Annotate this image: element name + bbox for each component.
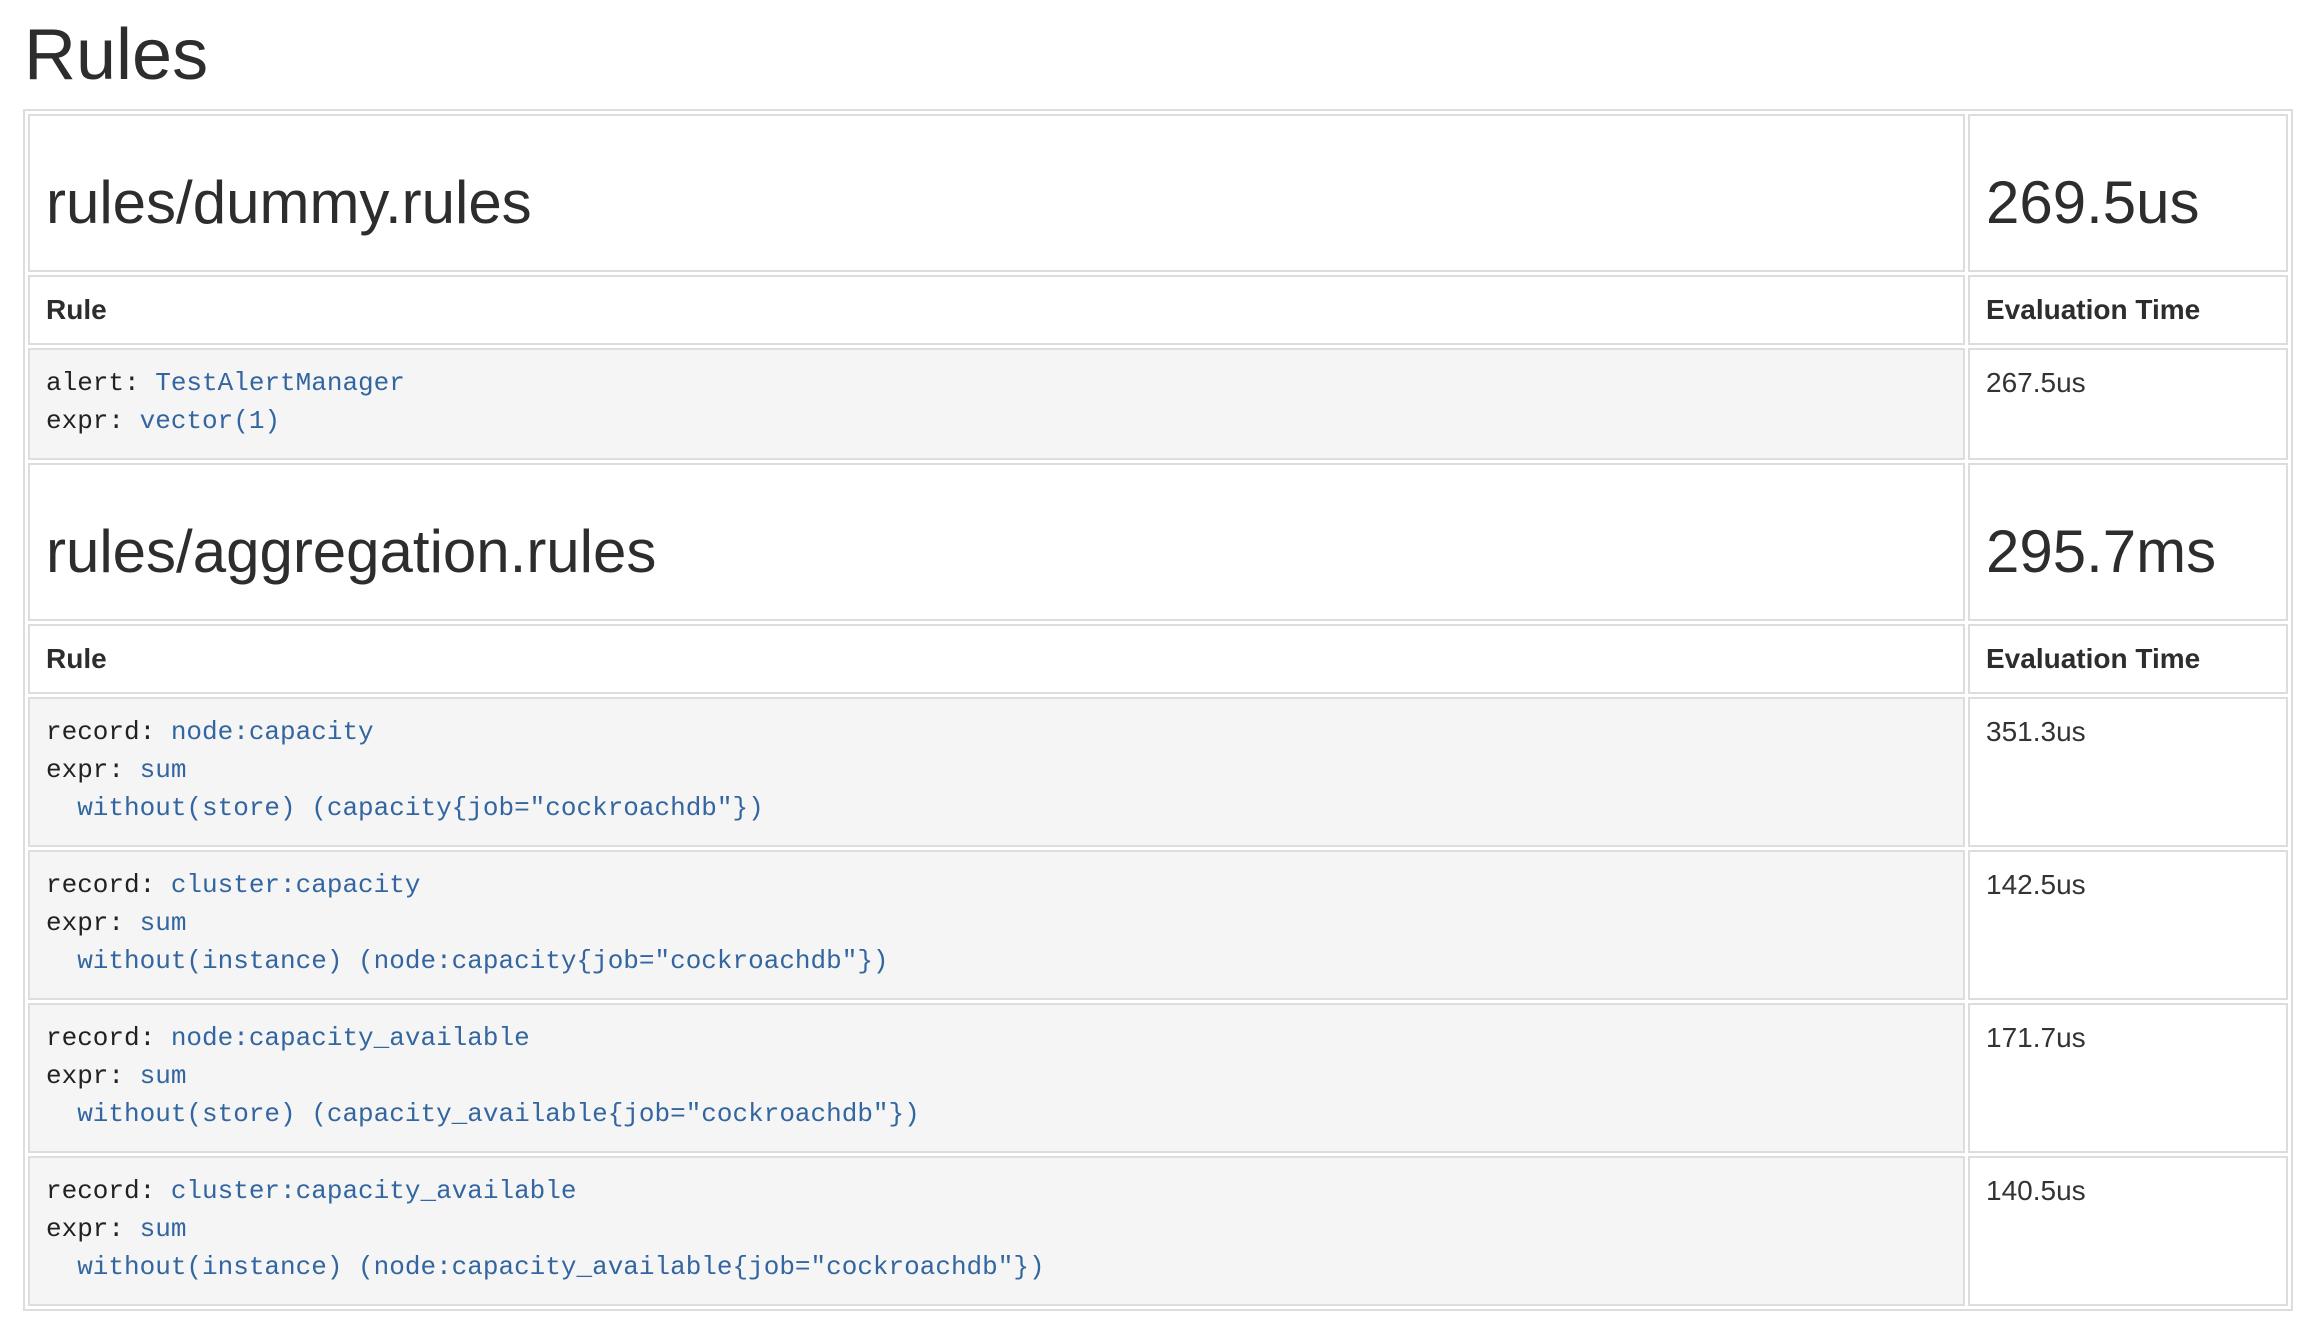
rule-code-line: without(instance) (node:capacity_availab… [46, 1248, 1947, 1286]
rule-code-cell: record: node:capacity_availableexpr: sum… [28, 1003, 1965, 1153]
group-file-name: rules/aggregation.rules [46, 519, 1947, 585]
column-header-evaluation-time: Evaluation Time [1968, 275, 2288, 345]
rule-row: record: cluster:capacity_availableexpr: … [28, 1156, 2288, 1306]
rule-field-key: record: [46, 717, 155, 747]
group-evaluation-time: 295.7ms [1986, 519, 2270, 585]
rule-code-line: without(store) (capacity{job="cockroachd… [46, 789, 1947, 827]
rule-code-line: expr: sum [46, 751, 1947, 789]
rule-expression-link[interactable]: sum [124, 908, 186, 938]
group-header-row: rules/aggregation.rules 295.7ms [28, 463, 2288, 621]
column-header-rule: Rule [28, 275, 1965, 345]
rule-field-key: expr: [46, 1214, 124, 1244]
rule-expression-link[interactable]: without(store) (capacity_available{job="… [46, 1099, 920, 1129]
rule-field-key: expr: [46, 755, 124, 785]
column-header-row: RuleEvaluation Time [28, 624, 2288, 694]
rule-row: record: node:capacityexpr: sum without(s… [28, 697, 2288, 847]
rule-expression-link[interactable]: node:capacity_available [155, 1023, 529, 1053]
group-evaluation-time: 269.5us [1986, 170, 2270, 236]
rule-evaluation-time: 171.7us [1968, 1003, 2288, 1153]
group-time-cell: 269.5us [1968, 114, 2288, 272]
rule-code-line: expr: vector(1) [46, 402, 1947, 440]
rule-expression-link[interactable]: cluster:capacity [155, 870, 420, 900]
group-file-cell: rules/dummy.rules [28, 114, 1965, 272]
rule-code-line: expr: sum [46, 1210, 1947, 1248]
column-header-evaluation-time: Evaluation Time [1968, 624, 2288, 694]
rule-expression-link[interactable]: node:capacity [155, 717, 373, 747]
rule-field-key: expr: [46, 1061, 124, 1091]
rules-table: rules/dummy.rules269.5usRuleEvaluation T… [23, 109, 2293, 1311]
rule-evaluation-time: 267.5us [1968, 348, 2288, 460]
group-file-name: rules/dummy.rules [46, 170, 1947, 236]
rule-field-key: expr: [46, 908, 124, 938]
rule-code-line: alert: TestAlertManager [46, 364, 1947, 402]
rule-code-line: without(store) (capacity_available{job="… [46, 1095, 1947, 1133]
column-header-row: RuleEvaluation Time [28, 275, 2288, 345]
rule-code-cell: alert: TestAlertManagerexpr: vector(1) [28, 348, 1965, 460]
rule-expression-link[interactable]: sum [124, 1214, 186, 1244]
rule-evaluation-time: 140.5us [1968, 1156, 2288, 1306]
rule-expression-link[interactable]: TestAlertManager [140, 368, 405, 398]
rule-code-line: record: node:capacity [46, 713, 1947, 751]
page-title: Rules [24, 16, 2293, 95]
rule-code-line: expr: sum [46, 1057, 1947, 1095]
rule-code-line: without(instance) (node:capacity{job="co… [46, 942, 1947, 980]
rule-expression-link[interactable]: cluster:capacity_available [155, 1176, 576, 1206]
rule-field-key: expr: [46, 406, 124, 436]
rule-expression-link[interactable]: without(instance) (node:capacity{job="co… [46, 946, 889, 976]
rule-code-cell: record: cluster:capacityexpr: sum withou… [28, 850, 1965, 1000]
rule-evaluation-time: 142.5us [1968, 850, 2288, 1000]
rule-expression-link[interactable]: sum [124, 755, 186, 785]
rules-table-body: rules/dummy.rules269.5usRuleEvaluation T… [28, 114, 2288, 1306]
group-time-cell: 295.7ms [1968, 463, 2288, 621]
rule-row: record: cluster:capacityexpr: sum withou… [28, 850, 2288, 1000]
rule-row: record: node:capacity_availableexpr: sum… [28, 1003, 2288, 1153]
rule-field-key: record: [46, 1176, 155, 1206]
group-header-row: rules/dummy.rules 269.5us [28, 114, 2288, 272]
rule-row: alert: TestAlertManagerexpr: vector(1)26… [28, 348, 2288, 460]
rule-expression-link[interactable]: without(instance) (node:capacity_availab… [46, 1252, 1045, 1282]
rule-code-line: expr: sum [46, 904, 1947, 942]
rule-code-line: record: cluster:capacity_available [46, 1172, 1947, 1210]
rule-field-key: record: [46, 1023, 155, 1053]
rule-expression-link[interactable]: without(store) (capacity{job="cockroachd… [46, 793, 764, 823]
group-file-cell: rules/aggregation.rules [28, 463, 1965, 621]
rule-field-key: record: [46, 870, 155, 900]
rule-field-key: alert: [46, 368, 140, 398]
rule-expression-link[interactable]: vector(1) [124, 406, 280, 436]
column-header-rule: Rule [28, 624, 1965, 694]
rule-expression-link[interactable]: sum [124, 1061, 186, 1091]
rule-code-line: record: node:capacity_available [46, 1019, 1947, 1057]
rule-code-cell: record: node:capacityexpr: sum without(s… [28, 697, 1965, 847]
rule-code-cell: record: cluster:capacity_availableexpr: … [28, 1156, 1965, 1306]
rule-code-line: record: cluster:capacity [46, 866, 1947, 904]
rule-evaluation-time: 351.3us [1968, 697, 2288, 847]
